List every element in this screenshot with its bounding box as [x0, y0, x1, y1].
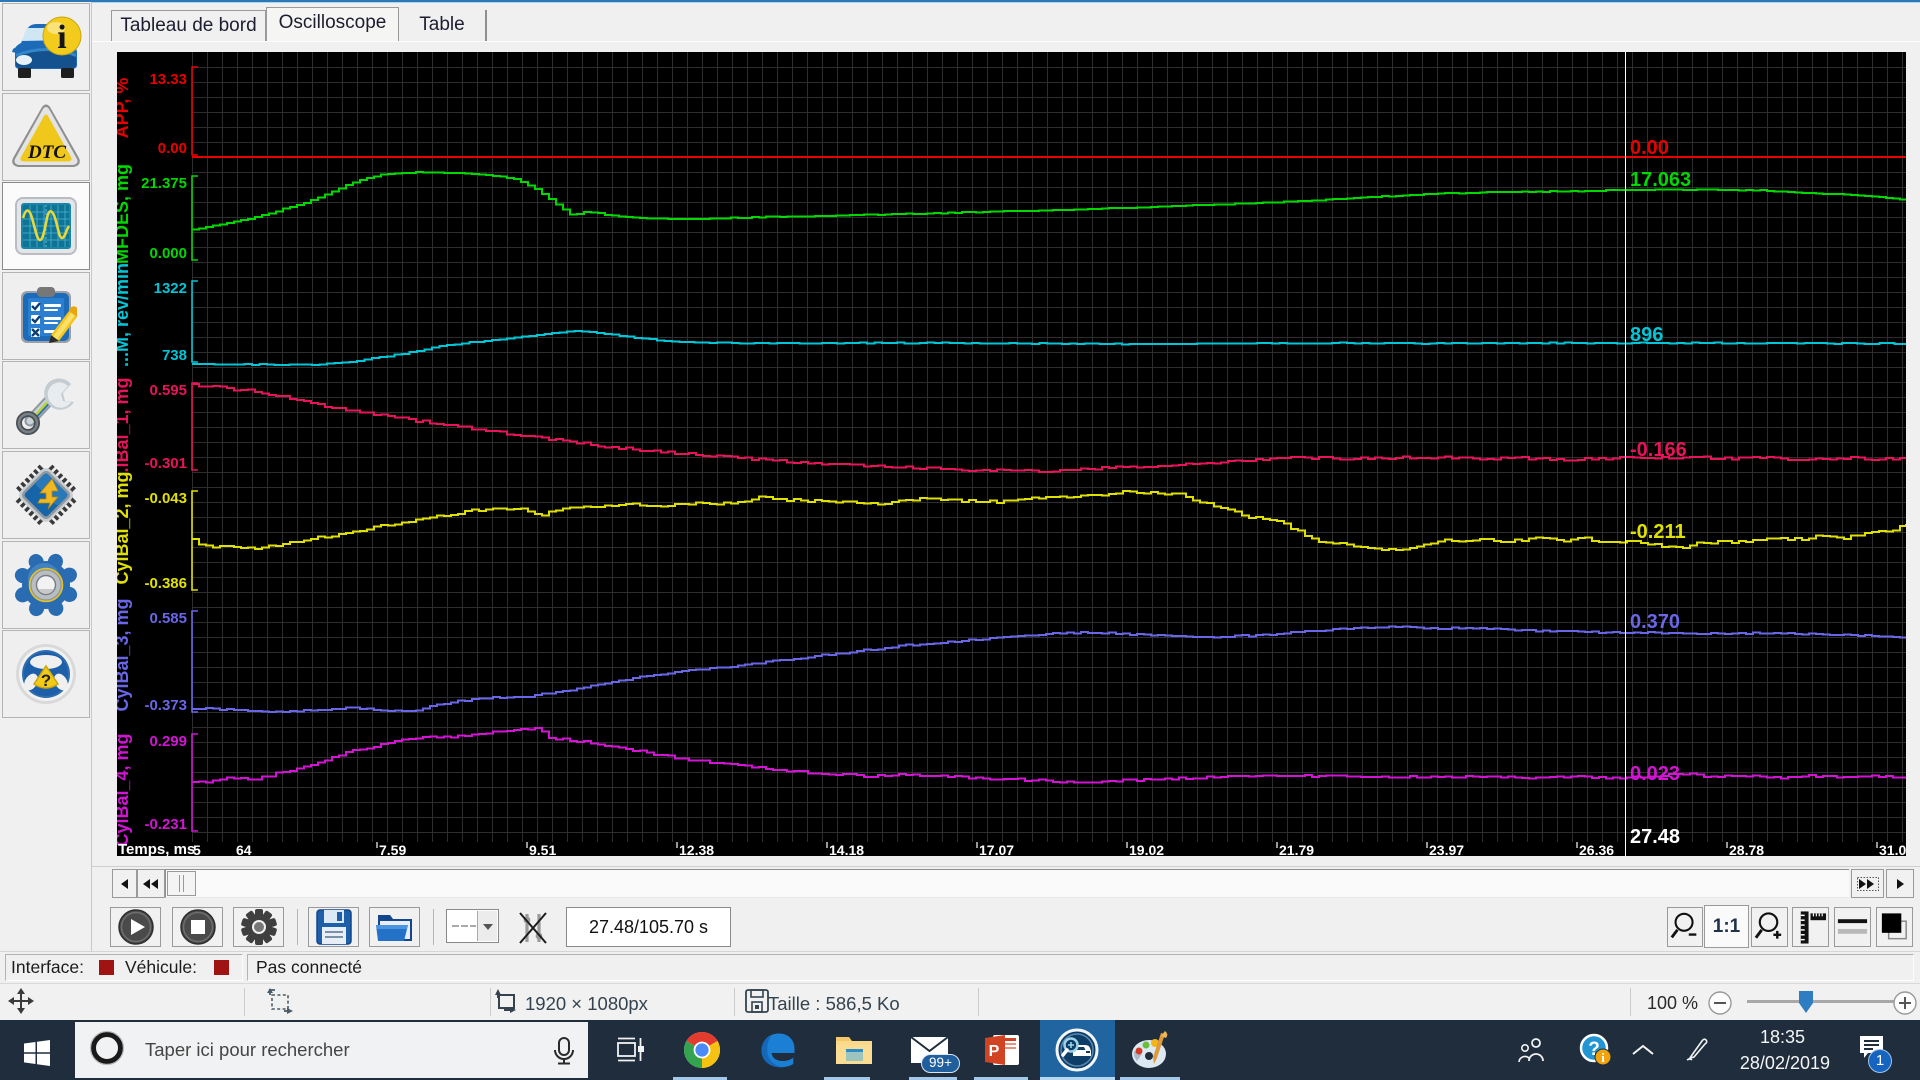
svg-text:i: i [57, 19, 66, 56]
svg-text:APP, %: APP, % [117, 78, 132, 139]
svg-text:0.585: 0.585 [149, 610, 187, 627]
svg-text:i: i [1601, 1050, 1605, 1065]
svg-text:12.38: 12.38 [679, 842, 714, 856]
svg-text:19.02: 19.02 [1129, 842, 1164, 856]
svg-text:9.51: 9.51 [529, 842, 556, 856]
svg-text:26.36: 26.36 [1579, 842, 1614, 856]
svg-text:?: ? [41, 671, 51, 690]
svg-text:27.48: 27.48 [1630, 826, 1680, 848]
svg-text:738: 738 [162, 347, 187, 364]
svg-text:17.07: 17.07 [979, 842, 1014, 856]
svg-text:-0.301: -0.301 [144, 455, 187, 472]
svg-text:0.370: 0.370 [1630, 611, 1680, 633]
svg-text:...lBal_1, mg: ...lBal_1, mg [117, 377, 132, 482]
svg-text:0.000: 0.000 [149, 245, 187, 262]
svg-text:-0.373: -0.373 [144, 697, 187, 714]
svg-text:CylBal_2, mg: CylBal_2, mg [117, 471, 132, 584]
svg-text:MFDES, mg: MFDES, mg [117, 164, 132, 264]
svg-text:P: P [989, 1043, 1000, 1060]
svg-text:28.78: 28.78 [1729, 842, 1764, 856]
svg-text:-0.386: -0.386 [144, 575, 187, 592]
svg-text:7.59: 7.59 [379, 842, 406, 856]
svg-text:14.18: 14.18 [829, 842, 864, 856]
svg-text:23.97: 23.97 [1429, 842, 1464, 856]
svg-text:21.375: 21.375 [141, 175, 187, 192]
svg-text:CylBal_3, mg: CylBal_3, mg [117, 598, 132, 711]
svg-text:0.00: 0.00 [158, 140, 187, 157]
svg-text:-0.231: -0.231 [144, 816, 187, 833]
svg-text:0.00: 0.00 [1630, 137, 1669, 159]
svg-text:CylBal_4, mg: CylBal_4, mg [117, 733, 132, 846]
svg-text:1322: 1322 [154, 280, 187, 297]
svg-text:31.0: 31.0 [1879, 842, 1906, 856]
svg-text:21.79: 21.79 [1279, 842, 1314, 856]
svg-text:...M, rev/min: ...M, rev/min [117, 263, 132, 367]
svg-text:-0.043: -0.043 [144, 490, 187, 507]
svg-text:Temps, ms: Temps, ms [118, 841, 195, 856]
svg-text:-0.166: -0.166 [1630, 439, 1687, 461]
svg-text:64: 64 [236, 842, 252, 856]
svg-text:13.33: 13.33 [149, 71, 187, 88]
svg-text:DTC: DTC [27, 142, 66, 163]
svg-text:896: 896 [1630, 324, 1663, 346]
svg-text:17.063: 17.063 [1630, 169, 1691, 191]
svg-text:-0.211: -0.211 [1630, 521, 1686, 543]
svg-text:0.299: 0.299 [149, 733, 187, 750]
svg-text:0.595: 0.595 [149, 382, 187, 399]
svg-text:0.023: 0.023 [1630, 763, 1680, 785]
